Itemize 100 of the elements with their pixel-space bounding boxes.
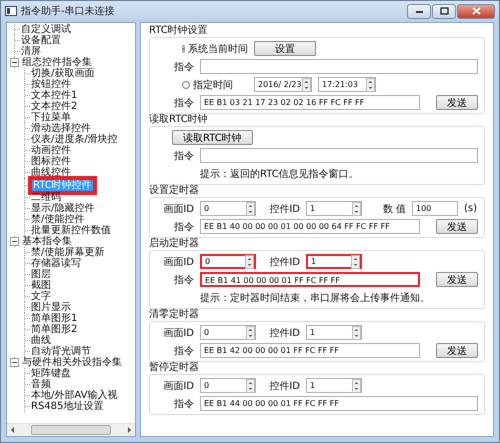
tree-item[interactable]: 基本指令集 (21, 236, 73, 247)
spinner-arrows-icon[interactable] (351, 254, 360, 268)
field-label: 数 值 (382, 202, 406, 216)
tree-item[interactable]: 音频 (30, 379, 52, 390)
field-label: 指令 (173, 220, 194, 234)
collapse-icon[interactable] (10, 237, 19, 246)
push-button[interactable]: 读取RTC时钟 (172, 130, 253, 145)
tree-item[interactable]: 禁/使能屏幕更新 (30, 247, 106, 258)
tree-item[interactable]: 本地/外部AV输入视 (30, 390, 118, 401)
push-button[interactable]: 发送 (436, 343, 478, 358)
spinner-arrows-icon[interactable] (246, 378, 255, 392)
tree-item[interactable]: 简单图形1 (30, 313, 78, 324)
spinner-arrows-icon[interactable] (352, 202, 361, 216)
tree-item[interactable]: 按钮控件 (30, 79, 72, 90)
field-label: 指令 (173, 150, 194, 162)
command-field[interactable]: EE B1 40 00 00 00 01 00 00 00 64 FF FC FF FF (200, 219, 420, 234)
close-button[interactable] (457, 4, 495, 18)
tree-item[interactable]: 显示/隐藏控件 (30, 203, 96, 214)
push-button[interactable]: 设置 (254, 41, 316, 56)
tree-item[interactable]: 矩阵键盘 (30, 368, 72, 379)
field-label: 指令 (173, 96, 194, 110)
tree-item[interactable]: 切换/获取画面 (30, 68, 96, 79)
tree-item[interactable]: 图片显示 (30, 302, 72, 313)
tree-item[interactable]: 图层 (30, 269, 52, 280)
tree-item[interactable]: 存储器读写 (30, 258, 82, 269)
tree-item[interactable]: 简单图形2 (30, 324, 78, 335)
spin-field[interactable]: 0 (200, 378, 256, 393)
field-label: 控件ID (268, 380, 300, 392)
spinner-arrows-icon[interactable] (302, 78, 311, 92)
group-title: 启动定时器 (149, 238, 200, 250)
value-field[interactable]: 100 (412, 201, 458, 216)
tree-item[interactable]: 设备配置 (20, 35, 62, 46)
field-label: 指令 (173, 274, 194, 286)
spin-field[interactable]: 1 (306, 254, 362, 269)
tree-item[interactable]: 禁/使能控件 (30, 214, 86, 225)
tree-item[interactable]: RS485地址设置 (30, 401, 104, 412)
spinner-arrows-icon[interactable] (246, 202, 255, 216)
hint-text: 提示：返回的RTC信息见指令窗口。 (199, 168, 359, 180)
command-field[interactable] (200, 148, 478, 163)
spinner-arrows-icon[interactable] (352, 326, 361, 340)
group-title: RTC时钟设置 (149, 25, 209, 37)
tree-item[interactable]: 二维码 (30, 192, 62, 203)
minimize-button[interactable] (407, 4, 431, 18)
command-field[interactable]: EE B1 41 00 00 00 01 FF FC FF FF (200, 272, 420, 287)
tree-item[interactable]: 曲线 (30, 335, 52, 346)
spin-field[interactable]: 1 (306, 325, 362, 340)
spinner-arrows-icon[interactable] (246, 326, 255, 340)
radio-button[interactable]: 指定时间 (182, 78, 248, 92)
command-field[interactable] (200, 59, 478, 74)
scrollbar-thumb[interactable] (31, 425, 111, 435)
command-field[interactable]: EE B1 44 00 00 00 01 FF FC FF FF (200, 396, 478, 411)
field-label: 画面ID (162, 256, 194, 268)
collapse-icon[interactable] (10, 58, 19, 67)
tree-item[interactable]: 图标控件 (30, 156, 72, 167)
tree-item[interactable]: 文本控件1 (30, 90, 78, 101)
field-label: 画面ID (162, 202, 194, 216)
app-icon (5, 5, 17, 17)
tree-item[interactable]: 自定义调试 (20, 24, 72, 35)
push-button[interactable]: 发送 (436, 95, 478, 110)
tree-item[interactable]: 清屏 (20, 46, 42, 57)
spin-field[interactable]: 17:21:03 (318, 77, 376, 92)
field-label: 指令 (173, 398, 194, 410)
tree-item[interactable]: 曲线控件 (30, 167, 72, 178)
tree-item[interactable]: 组态控件指令集 (21, 57, 93, 68)
tree-item[interactable]: 动画控件 (30, 145, 72, 156)
push-button[interactable]: 发送 (436, 219, 478, 234)
spin-field[interactable]: 0 (200, 254, 256, 269)
tree-item[interactable]: 文本控件2 (30, 101, 78, 112)
spin-field[interactable]: 2016/ 2/23 (254, 77, 312, 92)
spinner-arrows-icon[interactable] (366, 78, 375, 92)
maximize-icon (440, 7, 448, 15)
spin-field[interactable]: 0 (200, 325, 256, 340)
tree-item[interactable]: 截图 (30, 280, 52, 291)
command-field[interactable]: EE B1 03 21 17 23 02 02 16 FF FC FF FF (200, 95, 420, 110)
maximize-button[interactable] (432, 4, 456, 18)
tree-item[interactable]: 文字 (30, 291, 52, 302)
hint-text: 提示：定时器时间结束，串口屏将会上传事件通知。 (199, 292, 430, 304)
group-title: 设置定时器 (149, 185, 200, 197)
tree-item[interactable]: 批量更新控件数值 (30, 225, 112, 236)
scroll-right-icon[interactable] (125, 426, 133, 434)
tree-item[interactable]: 仪表/进度条/滑块控 (30, 134, 119, 145)
spinner-arrows-icon[interactable] (352, 378, 361, 392)
group-title: 清零定时器 (149, 309, 200, 321)
tree-item[interactable]: 下拉菜单 (30, 112, 72, 123)
tree-item[interactable]: 与硬件相关外设指令集 (21, 357, 123, 368)
window-title: 指令助手-串口未连接 (21, 4, 116, 18)
scroll-left-icon[interactable] (9, 426, 17, 434)
push-button[interactable]: 发送 (436, 272, 478, 287)
spinner-arrows-icon[interactable] (245, 254, 254, 268)
tree-item[interactable]: 滑动选择控件 (30, 123, 92, 134)
spin-field[interactable]: 0 (200, 201, 256, 216)
collapse-icon[interactable] (10, 358, 19, 367)
command-field[interactable]: EE B1 42 00 00 00 01 FF FC FF FF (200, 343, 420, 358)
tree-item[interactable]: 自动背光调节 (30, 346, 92, 357)
radio-button[interactable]: 系统当前时间 (182, 42, 248, 56)
horizontal-scrollbar[interactable] (7, 423, 135, 436)
spin-field[interactable]: 1 (306, 201, 362, 216)
spin-field[interactable]: 1 (306, 378, 362, 393)
minimize-icon (414, 8, 424, 14)
field-label: 指令 (173, 60, 194, 74)
